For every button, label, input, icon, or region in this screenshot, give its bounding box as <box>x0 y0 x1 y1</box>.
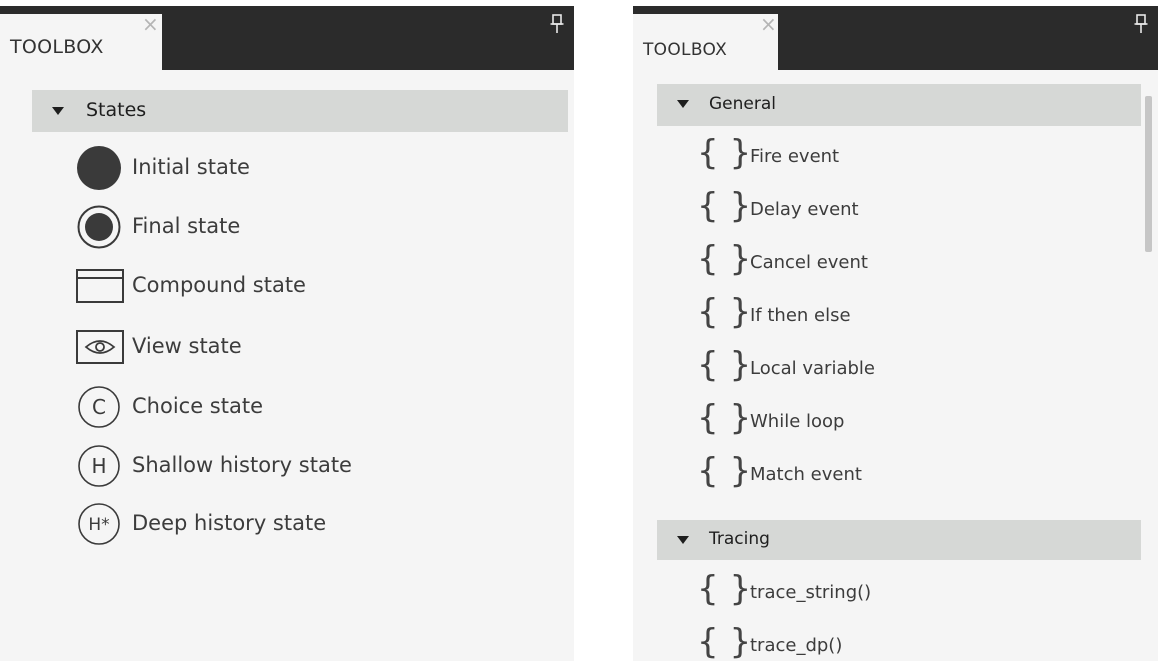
category-tracing[interactable]: Tracing <box>657 520 1141 560</box>
eye-icon <box>76 330 124 364</box>
braces-icon: { } <box>697 186 752 226</box>
item-label: Match event <box>750 464 862 485</box>
ringed-circle-icon <box>77 205 121 249</box>
list-item-if-then-else[interactable]: { } If then else <box>697 290 1137 342</box>
list-item-delay-event[interactable]: { } Delay event <box>697 184 1137 236</box>
tab-label: TOOLBOX <box>10 36 104 58</box>
list-item-local-variable[interactable]: { } Local variable <box>697 343 1137 395</box>
braces-icon: { } <box>697 133 752 173</box>
rectangle-icon <box>76 269 124 303</box>
list-item-cancel-event[interactable]: { } Cancel event <box>697 237 1137 289</box>
icon-letter: C <box>92 395 106 419</box>
close-icon[interactable]: × <box>760 14 777 34</box>
tab-label: TOOLBOX <box>643 40 728 60</box>
tab-toolbox[interactable]: TOOLBOX × <box>633 14 778 70</box>
item-label: Local variable <box>750 358 875 379</box>
item-label: Fire event <box>750 146 840 167</box>
list-item-choice-state[interactable]: C Choice state <box>76 380 556 432</box>
panel-titlebar: TOOLBOX × <box>0 6 574 70</box>
circle-h-icon: H <box>78 445 120 487</box>
expand-arrow-icon[interactable] <box>677 100 689 108</box>
toolbox-panel-states: TOOLBOX × States Initial state Final sta… <box>0 6 574 661</box>
braces-icon: { } <box>697 292 752 332</box>
braces-icon: { } <box>697 622 752 661</box>
category-label: General <box>709 94 776 114</box>
icon-letter: H* <box>88 515 109 535</box>
list-item-match-event[interactable]: { } Match event <box>697 449 1137 501</box>
item-label: If then else <box>750 305 851 326</box>
item-label: Cancel event <box>750 252 868 273</box>
tab-toolbox[interactable]: TOOLBOX × <box>0 14 162 70</box>
icon-letter: H <box>91 454 106 478</box>
list-item-deep-history-state[interactable]: H* Deep history state <box>76 497 556 549</box>
list-item-shallow-history-state[interactable]: H Shallow history state <box>76 439 556 491</box>
vertical-scrollbar-thumb[interactable] <box>1145 96 1152 252</box>
pin-icon[interactable] <box>1134 14 1148 34</box>
item-label: Delay event <box>750 199 859 220</box>
item-label: trace_string() <box>750 582 872 603</box>
braces-icon: { } <box>697 451 752 491</box>
close-icon[interactable]: × <box>142 14 159 34</box>
circle-h-star-icon: H* <box>78 503 120 545</box>
list-item-view-state[interactable]: View state <box>76 320 556 372</box>
category-general[interactable]: General <box>657 84 1141 126</box>
expand-arrow-icon[interactable] <box>677 536 689 544</box>
item-label: Initial state <box>132 155 250 179</box>
item-label: Shallow history state <box>132 453 352 477</box>
list-item-initial-state[interactable]: Initial state <box>76 141 556 193</box>
category-label: Tracing <box>709 529 770 549</box>
list-item-while-loop[interactable]: { } While loop <box>697 396 1137 448</box>
item-label: View state <box>132 334 242 358</box>
filled-circle-icon <box>77 146 121 190</box>
item-label: trace_dp() <box>750 635 843 656</box>
circle-c-icon: C <box>78 386 120 428</box>
list-item-trace-string[interactable]: { } trace_string() <box>697 567 1137 619</box>
braces-icon: { } <box>697 345 752 385</box>
item-label: Compound state <box>132 273 306 297</box>
braces-icon: { } <box>697 569 752 609</box>
item-label: Final state <box>132 214 241 238</box>
panel-titlebar: TOOLBOX × <box>633 6 1158 70</box>
braces-icon: { } <box>697 398 752 438</box>
expand-arrow-icon[interactable] <box>52 107 64 115</box>
toolbox-panel-actions: TOOLBOX × General { } Fire event { } Del… <box>633 6 1158 661</box>
item-label: Deep history state <box>132 511 327 535</box>
item-label: Choice state <box>132 394 263 418</box>
list-item-final-state[interactable]: Final state <box>76 200 556 252</box>
list-item-fire-event[interactable]: { } Fire event <box>697 131 1137 183</box>
item-label: While loop <box>750 411 845 432</box>
category-label: States <box>86 99 147 121</box>
braces-icon: { } <box>697 239 752 279</box>
pin-icon[interactable] <box>550 14 564 34</box>
category-states[interactable]: States <box>32 90 568 132</box>
list-item-trace-dp[interactable]: { } trace_dp() <box>697 620 1137 661</box>
list-item-compound-state[interactable]: Compound state <box>76 259 556 311</box>
